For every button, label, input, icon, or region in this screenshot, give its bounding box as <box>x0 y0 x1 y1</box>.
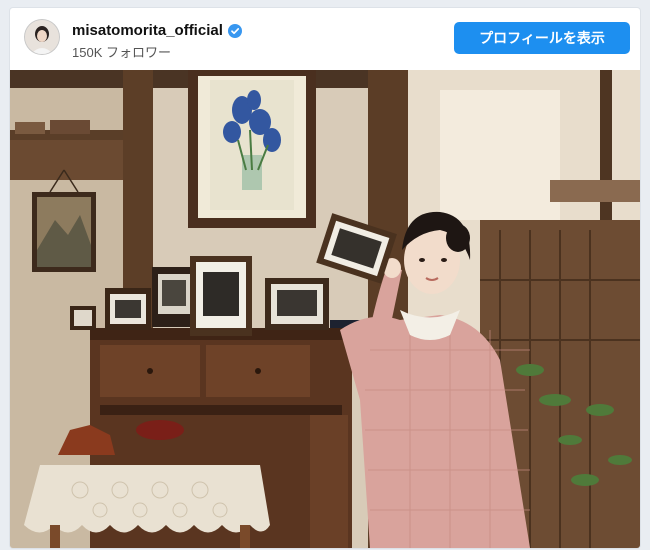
avatar[interactable] <box>25 20 59 54</box>
verified-badge-icon <box>227 23 242 38</box>
instagram-post-card: misatomorita_official 150K フォロワー プロフィールを… <box>10 8 640 548</box>
username[interactable]: misatomorita_official <box>72 22 223 39</box>
post-photo[interactable] <box>10 70 640 548</box>
avatar-image <box>25 20 59 54</box>
follower-count: 150K フォロワー <box>72 45 171 60</box>
view-profile-button[interactable]: プロフィールを表示 <box>454 22 630 54</box>
username-row: misatomorita_official <box>72 22 242 39</box>
post-header: misatomorita_official 150K フォロワー プロフィールを… <box>10 8 640 70</box>
post-photo-illustration <box>10 70 640 548</box>
